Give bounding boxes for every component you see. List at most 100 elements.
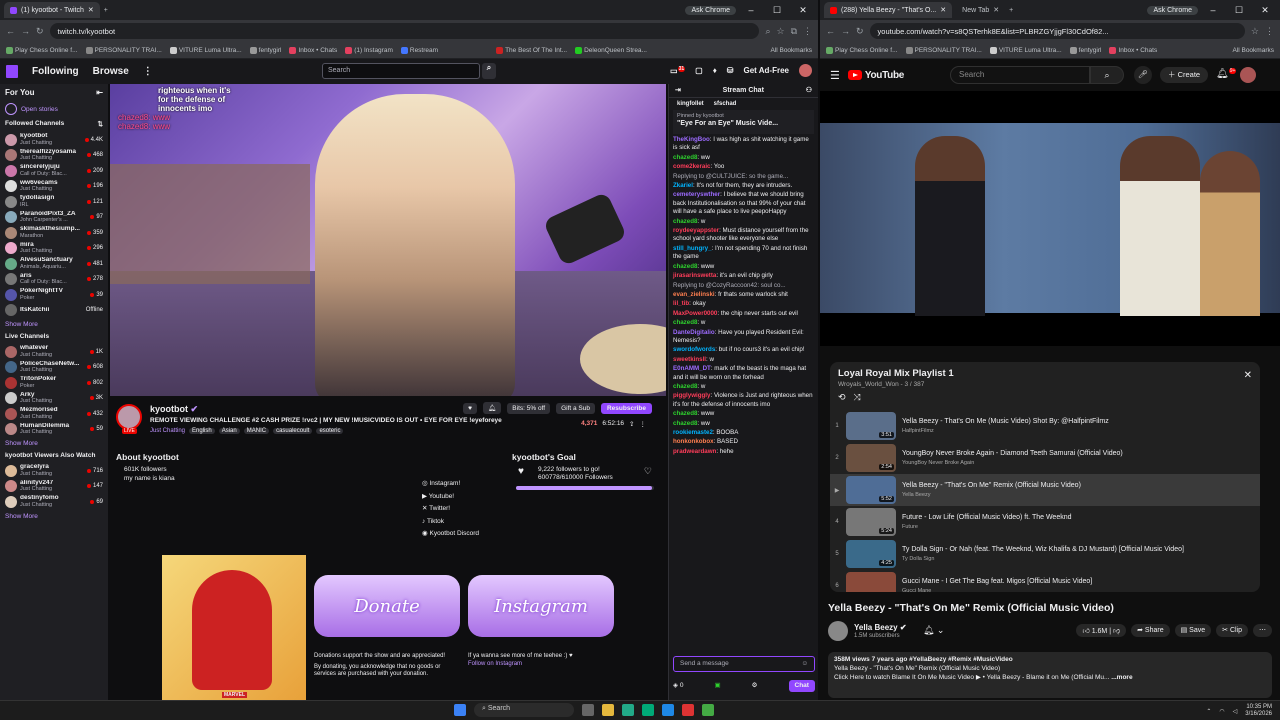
collapse-icon[interactable]: ⇤ xyxy=(96,88,103,97)
video-thumbnail[interactable]: 4:25 xyxy=(846,540,896,568)
tab-youtube[interactable]: (288) Yella Beezy - "That's O... ✕ xyxy=(824,2,953,18)
close-window-icon[interactable]: ✕ xyxy=(792,5,814,16)
close-icon[interactable]: ✕ xyxy=(88,6,94,14)
chat-username[interactable]: honkonkobox xyxy=(673,438,714,445)
clock[interactable]: 10:35 PM 3/16/2026 xyxy=(1245,704,1272,718)
emote-icon[interactable]: ☺ xyxy=(801,660,808,668)
video-thumbnail[interactable]: 5:52 xyxy=(846,476,896,504)
sidebar-channel[interactable]: gracelyra Just Chatting 716 xyxy=(5,463,103,479)
browse-link[interactable]: Browse xyxy=(93,66,129,77)
instagram-follow-link[interactable]: Follow on Instagram xyxy=(468,661,614,669)
video-thumbnail[interactable] xyxy=(846,572,896,592)
url-field[interactable]: youtube.com/watch?v=s8QSTerhk8E&list=PLB… xyxy=(869,23,1245,39)
wifi-icon[interactable]: ◠ xyxy=(1219,708,1224,715)
like-button[interactable]: 👍︎ 1.6M | 👎︎ xyxy=(1076,624,1127,637)
gift-sub-button[interactable]: Gift a Sub xyxy=(556,402,595,414)
playlist-item[interactable]: 2 2:54 YoungBoy Never Broke Again - Diamon… xyxy=(830,442,1260,474)
playlist-item[interactable]: 6 Gucci Mane - I Get The Bag feat. Migos … xyxy=(830,570,1260,592)
follow-heart-icon[interactable]: ♥ xyxy=(463,402,478,414)
chat-settings-icon[interactable]: ⚙ xyxy=(752,682,758,690)
search-icon[interactable]: ⌕ xyxy=(1090,66,1124,84)
chat-username[interactable]: evan_zielinski xyxy=(673,291,715,298)
pinned-message[interactable]: Pinned by kyootbot "Eye For an Eye" Musi… xyxy=(673,110,814,134)
sort-icon[interactable]: ⇅ xyxy=(98,120,103,128)
channel-avatar[interactable] xyxy=(828,621,848,641)
reload-icon[interactable]: ↻ xyxy=(36,26,44,37)
twitter-link[interactable]: ✕ Twitter! xyxy=(422,503,479,516)
sidebar-channel[interactable]: ItsKatchii Offline xyxy=(5,303,103,319)
chat-username[interactable]: pradweardawn xyxy=(673,448,716,455)
notifications-bell-icon[interactable]: 🔔︎9+ xyxy=(1216,68,1237,79)
bookmark[interactable]: Play Chess Online f... xyxy=(826,46,898,54)
follow-heart-icon[interactable]: ♡ xyxy=(644,466,652,477)
show-more-link[interactable]: Show More xyxy=(5,513,103,520)
close-icon[interactable]: ✕ xyxy=(993,6,999,14)
maximize-icon[interactable]: ☐ xyxy=(1228,5,1250,16)
points-bonus-icon[interactable]: ▣ xyxy=(714,682,720,690)
notifications-bell-icon[interactable]: 🔔︎ xyxy=(483,402,502,414)
back-icon[interactable]: ← xyxy=(826,26,835,36)
menu-icon[interactable]: ⋮ xyxy=(803,26,812,37)
show-more-link[interactable]: ...more xyxy=(1111,674,1132,681)
user-avatar[interactable] xyxy=(799,64,812,77)
youtube-video-player[interactable] xyxy=(820,91,1280,346)
hamburger-menu-icon[interactable]: ☰ xyxy=(830,69,840,82)
zoom-icon[interactable]: ⌕ xyxy=(765,26,770,37)
sidebar-channel[interactable]: AlvesuSanctuary Animals, Aquariu... 481 xyxy=(5,256,103,272)
chat-username[interactable]: E0nAMM_DT xyxy=(673,365,711,372)
donate-panel-button[interactable]: Donate xyxy=(314,575,460,637)
instagram-panel-button[interactable]: Instagram xyxy=(468,575,614,637)
tag[interactable]: Asian xyxy=(218,428,240,434)
forward-icon[interactable]: → xyxy=(21,26,30,36)
ask-chrome-button[interactable]: Ask Chrome xyxy=(1147,5,1198,15)
chat-username[interactable]: chazed8 xyxy=(673,218,697,225)
create-button[interactable]: ＋ Create xyxy=(1160,67,1209,83)
chat-username[interactable]: still_hungry_ xyxy=(673,245,712,252)
minimize-icon[interactable]: – xyxy=(1202,5,1224,15)
start-icon[interactable] xyxy=(454,704,466,716)
chat-username[interactable]: chazed8 xyxy=(673,420,697,427)
sidebar-channel[interactable]: destinyfomo Just Chatting 69 xyxy=(5,494,103,510)
youtube-logo[interactable]: YouTube xyxy=(847,70,904,81)
tag[interactable]: casualecoult xyxy=(273,428,313,434)
chat-username[interactable]: chazed8 xyxy=(673,383,697,390)
sidebar-channel[interactable]: PokerNightTV Poker 39 xyxy=(5,287,103,303)
tiktok-link[interactable]: ♪ Tiktok xyxy=(422,516,479,529)
twitch-logo-icon[interactable] xyxy=(6,65,18,78)
close-icon[interactable]: ✕ xyxy=(940,6,946,14)
tag[interactable]: esoteric xyxy=(316,428,344,434)
sidebar-channel[interactable]: sincerelyjuju Call of Duty: Blac... 209 xyxy=(5,163,103,179)
youtube-search-input[interactable]: Search xyxy=(950,66,1090,84)
app-icon[interactable] xyxy=(622,704,634,716)
chat-username[interactable]: Zkariel xyxy=(673,182,693,189)
sidebar-channel[interactable]: skimaskthesiump... Marathon 359 xyxy=(5,225,103,241)
streamer-name[interactable]: kyootbot ✔ xyxy=(150,404,198,415)
bookmark[interactable]: Restream xyxy=(400,46,438,54)
chat-username[interactable]: cemeteryswther xyxy=(673,191,720,198)
taskbar-search[interactable]: ⌕ Search xyxy=(474,703,574,717)
bookmark-star-icon[interactable]: ☆ xyxy=(776,26,784,37)
app-icon[interactable] xyxy=(702,704,714,716)
open-stories[interactable]: Open stories xyxy=(5,103,103,115)
chrome-icon[interactable] xyxy=(682,704,694,716)
all-bookmarks[interactable]: All Bookmarks xyxy=(1232,47,1274,54)
chat-username[interactable]: chazed8 xyxy=(673,263,697,270)
sidebar-channel[interactable]: ww6vecams Just Chatting 196 xyxy=(5,179,103,195)
playlist-item[interactable]: 4 5:24 Future - Low Life (Official Music V… xyxy=(830,506,1260,538)
app-icon[interactable] xyxy=(642,704,654,716)
file-explorer-icon[interactable] xyxy=(602,704,614,716)
collapse-chat-icon[interactable]: ⇥ xyxy=(669,84,681,98)
sidebar-channel[interactable]: HumanDilemma Just Chatting 59 xyxy=(5,422,103,438)
twitch-search-input[interactable]: Search xyxy=(322,63,480,79)
chat-username[interactable]: DanteDigitalio xyxy=(673,329,715,336)
bookmark[interactable]: VITURE Luma Ultra... xyxy=(169,46,242,54)
youtube-link[interactable]: ▶ Youtube! xyxy=(422,491,479,504)
tray-chevron-icon[interactable]: ⌃ xyxy=(1206,708,1211,715)
new-tab-button[interactable]: + xyxy=(104,7,108,14)
playlist-item[interactable]: ▶ 5:52 Yella Beezy - "That's On Me" Remix … xyxy=(830,474,1260,506)
forward-icon[interactable]: → xyxy=(841,26,850,36)
chat-username[interactable]: chazed8 xyxy=(673,154,697,161)
chat-username[interactable]: rookiemaste2 xyxy=(673,429,713,436)
sidebar-channel[interactable]: mira Just Chatting 296 xyxy=(5,241,103,257)
playlist-title[interactable]: Loyal Royal Mix Playlist 1 xyxy=(838,368,1252,379)
